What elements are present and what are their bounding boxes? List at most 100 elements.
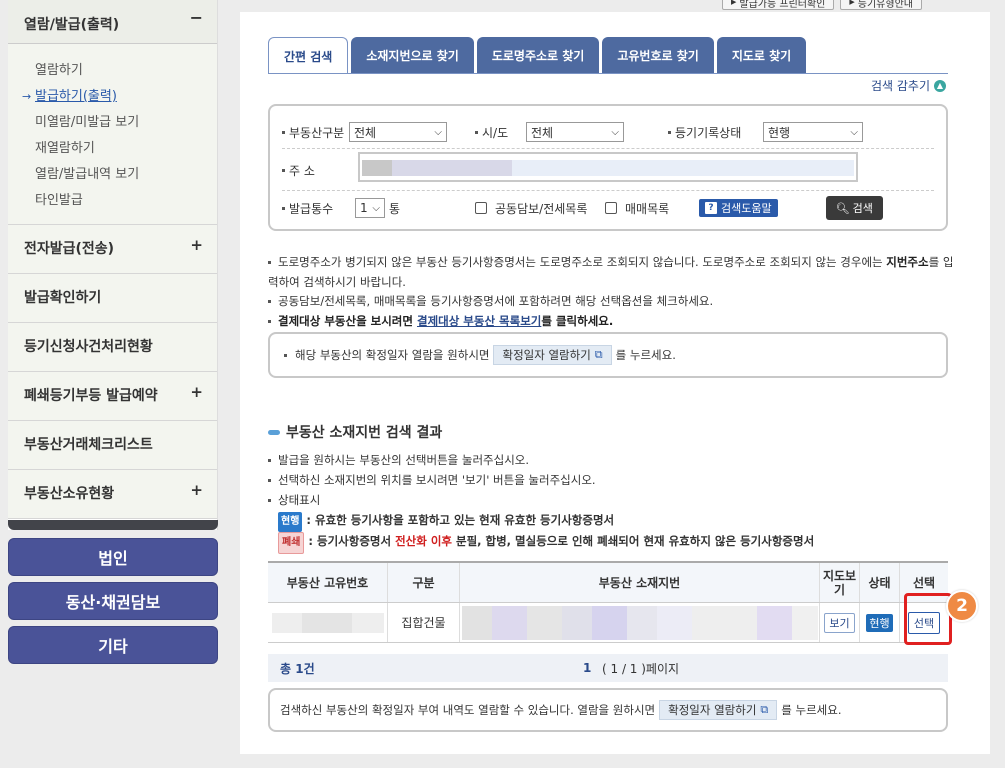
- sidebar-menu-e-issue[interactable]: 전자발급(전송) +: [8, 225, 217, 274]
- sidebar-item-history[interactable]: 열람/발급내역 보기: [8, 162, 217, 188]
- bullet-icon: [668, 130, 671, 134]
- sidebar-menu-checklist[interactable]: 부동산거래체크리스트: [8, 421, 217, 470]
- step-marker: 2: [946, 590, 978, 622]
- col-status: 상태: [860, 563, 900, 602]
- tabs-divider: [268, 73, 948, 74]
- corporation-button[interactable]: 법인: [8, 538, 218, 576]
- collapse-icon: −: [189, 8, 203, 27]
- map-cell: 보기: [820, 603, 860, 642]
- sidebar: 열람/발급(출력) − 열람하기 → 발급하기(출력) 미열람/미발급 보기 재열…: [8, 0, 218, 530]
- status-badge: 현행: [866, 613, 893, 632]
- result-guide-1: 발급을 원하시는 부동산의 선택버튼을 눌러주십시오.: [268, 450, 529, 470]
- col-kind: 구분: [388, 563, 460, 602]
- sidebar-header[interactable]: 열람/발급(출력) −: [8, 0, 217, 44]
- status-legend-closed: 폐쇄: 등기사항증명서 전산화 이후 분필, 합병, 멸실등으로 인해 폐쇄되어…: [278, 531, 814, 554]
- search-panel: 부동산구분 전체 ⌵ 시/도 전체 ⌵ 등기기록상태 현행 ⌵ 주 소 발급통수 1 ⌵…: [268, 104, 948, 231]
- page-1-link[interactable]: 1: [583, 661, 591, 675]
- unique-number-cell: [268, 603, 388, 642]
- tab-unique-number[interactable]: 고유번호로 찾기: [602, 37, 714, 73]
- hide-search-toggle[interactable]: 검색 감추기 ▲: [871, 77, 946, 94]
- redacted-value: [271, 612, 384, 633]
- external-link-icon: ⧉: [760, 703, 769, 716]
- movable-collateral-button[interactable]: 동산·채권담보: [8, 582, 218, 620]
- notice-payment: 결제대상 부동산을 보시려면 결제대상 부동산 목록보기를 클릭하세요.: [268, 311, 613, 331]
- top-utility-buttons: ▶ 발급가능 프린터확인 ▶ 등기유형안내: [722, 0, 922, 10]
- printer-check-button[interactable]: ▶ 발급가능 프린터확인: [722, 0, 835, 10]
- magnifier-icon: 🔍︎: [835, 201, 850, 215]
- tab-lot-number[interactable]: 소재지번으로 찾기: [351, 37, 474, 73]
- registry-type-guide-button[interactable]: ▶ 등기유형안내: [840, 0, 922, 10]
- tab-road-address[interactable]: 도로명주소로 찾기: [476, 37, 600, 73]
- pagination: 총 1건 1 ( 1 / 1 )페이지: [268, 654, 948, 682]
- fixed-date-view-button-2[interactable]: 확정일자 열람하기 ⧉: [659, 700, 778, 720]
- notice-options: 공동담보/전세목록, 매매목록을 등기사항증명서에 포함하려면 해당 선택옵션을…: [268, 291, 713, 311]
- fixed-date-view-button[interactable]: 확정일자 열람하기 ⧉: [493, 345, 612, 365]
- page-info: ( 1 / 1 )페이지: [602, 661, 680, 676]
- joint-collateral-checkbox[interactable]: [475, 202, 487, 214]
- search-button[interactable]: 🔍︎ 검색: [825, 196, 883, 220]
- sidebar-bottom-bar: [8, 520, 218, 530]
- sidebar-item-other-issue[interactable]: 타인발급: [8, 188, 217, 214]
- chevron-down-icon: ⌵: [850, 126, 858, 138]
- bullet-icon: [282, 130, 285, 134]
- search-help-button[interactable]: ? 검색도움말: [699, 199, 778, 217]
- result-section-title: 부동산 소재지번 검색 결과: [268, 422, 442, 442]
- chevron-down-icon: ⌵: [434, 126, 442, 138]
- sale-list-label: 매매목록: [625, 201, 670, 216]
- table-row: 집합건물 보기 현행 선택: [268, 603, 948, 643]
- notice-road-address: 도로명주소가 병기되지 않은 부동산 등기사항증명서는 도로명주소로 조회되지 …: [268, 255, 954, 289]
- bullet-pill-icon: [268, 429, 280, 435]
- external-link-icon: ⧉: [594, 348, 603, 361]
- property-type-label: 부동산구분: [289, 125, 345, 140]
- triangle-right-icon: ▶: [849, 0, 855, 6]
- result-guide-2: 선택하신 소재지번의 위치를 보시려면 '보기' 버튼을 눌러주십시오.: [268, 470, 596, 490]
- plus-icon: +: [190, 481, 203, 499]
- col-unique-number: 부동산 고유번호: [268, 563, 388, 602]
- status-cell: 현행: [860, 603, 900, 642]
- plus-icon: +: [190, 383, 203, 401]
- divider: [282, 148, 934, 149]
- sidebar-menu-case-status[interactable]: 등기신청사건처리현황: [8, 323, 217, 372]
- table-header: 부동산 고유번호 구분 부동산 소재지번 지도보기 상태 선택: [268, 563, 948, 603]
- tab-simple-search[interactable]: 간편 검색: [268, 37, 349, 74]
- status-badge-current: 현행: [278, 512, 303, 532]
- bullet-icon: [282, 169, 285, 172]
- sidebar-menu-issue-check[interactable]: 발급확인하기: [8, 274, 217, 323]
- divider: [282, 190, 934, 191]
- copy-count-label: 발급통수: [289, 201, 334, 216]
- sidebar-item-view[interactable]: 열람하기: [8, 58, 217, 84]
- tab-map[interactable]: 지도로 찾기: [716, 37, 807, 73]
- status-badge-closed: 폐쇄: [278, 532, 305, 554]
- other-button[interactable]: 기타: [8, 626, 218, 664]
- fixed-date-history-box: 검색하신 부동산의 확정일자 부여 내역도 열람할 수 있습니다. 열람을 원하…: [268, 688, 948, 732]
- status-legend-current: 현행: 유효한 등기사항을 포함하고 있는 현재 유효한 등기사항증명서: [278, 510, 614, 532]
- payment-list-link[interactable]: 결제대상 부동산 목록보기: [417, 314, 541, 328]
- col-location: 부동산 소재지번: [460, 563, 820, 602]
- record-status-select[interactable]: 현행 ⌵: [763, 122, 863, 142]
- copy-count-select[interactable]: 1 ⌵: [355, 198, 385, 218]
- sidebar-item-review[interactable]: 재열람하기: [8, 136, 217, 162]
- result-table: 부동산 고유번호 구분 부동산 소재지번 지도보기 상태 선택 집합건물 보기 …: [268, 561, 948, 643]
- triangle-right-icon: ▶: [731, 0, 737, 6]
- record-status-label: 등기기록상태: [675, 125, 742, 140]
- arrow-right-icon: →: [22, 90, 32, 103]
- sidebar-item-unviewed[interactable]: 미열람/미발급 보기: [8, 110, 217, 136]
- redacted-value: [461, 605, 818, 640]
- copy-count-unit: 통: [389, 201, 401, 216]
- sidebar-menu-closed-reservation[interactable]: 폐쇄등기부등 발급예약 +: [8, 372, 217, 421]
- select-highlight-box: [904, 593, 952, 645]
- city-select[interactable]: 전체 ⌵: [526, 122, 624, 142]
- map-view-button[interactable]: 보기: [824, 612, 855, 633]
- property-type-select[interactable]: 전체 ⌵: [349, 122, 447, 142]
- question-icon: ?: [705, 202, 717, 214]
- sidebar-item-issue-print[interactable]: → 발급하기(출력): [8, 84, 217, 110]
- sale-list-checkbox[interactable]: [605, 202, 617, 214]
- col-map: 지도보기: [820, 563, 860, 602]
- address-label: 주 소: [289, 164, 315, 178]
- sidebar-menu-ownership[interactable]: 부동산소유현황 +: [8, 470, 217, 519]
- search-row-options: 발급통수 1 ⌵ 통 공동담보/전세목록 매매목록 ? 검색도움말 🔍︎ 검색: [282, 196, 934, 220]
- search-row-filters: 부동산구분 전체 ⌵ 시/도 전체 ⌵ 등기기록상태 현행 ⌵: [282, 122, 934, 142]
- joint-collateral-label: 공동담보/전세목록: [495, 201, 588, 216]
- address-input[interactable]: [358, 152, 858, 182]
- total-count: 총 1건: [280, 661, 315, 676]
